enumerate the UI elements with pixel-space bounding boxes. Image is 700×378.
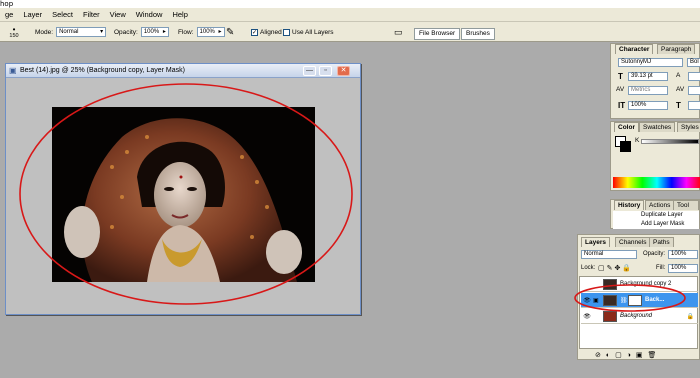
mode-value: Normal (59, 29, 79, 35)
leading-icon: A (676, 72, 681, 79)
font-style-value: Bol (690, 59, 699, 65)
mode-label: Mode: (35, 28, 54, 36)
brush-picker[interactable]: • 150 (3, 22, 25, 42)
menu-help[interactable]: Help (167, 8, 192, 22)
channel-label: K (635, 137, 640, 144)
history-panel: History Actions Tool Prese Duplicate Lay… (610, 199, 700, 229)
opacity-value: 100% (143, 29, 160, 35)
flyout-arrow-icon: ▸ (218, 29, 222, 35)
minimize-button[interactable]: — (303, 66, 316, 76)
aligned-label: Aligned (260, 28, 282, 36)
vertical-scale-field[interactable]: 100% (628, 101, 668, 110)
aligned-check: ✓ (251, 28, 258, 36)
background-color-swatch[interactable] (620, 141, 631, 152)
menu-bar: ge Layer Select Filter View Window Help (0, 8, 700, 22)
file-browser-tab[interactable]: File Browser (414, 28, 461, 40)
airbrush-icon[interactable]: ✎ (226, 22, 234, 42)
tab-character[interactable]: Character (615, 44, 654, 54)
options-bar: • 150 Mode: Normal ▾ Opacity: 100% ▸ Flo… (0, 22, 700, 42)
flow-label: Flow: (178, 28, 194, 36)
chevron-down-icon: ▾ (100, 29, 104, 35)
tracking-field[interactable] (688, 86, 700, 95)
kerning-icon: AV (616, 86, 625, 93)
menu-layer[interactable]: Layer (18, 8, 47, 22)
document-icon: ▣ (9, 66, 17, 75)
color-panel: Color Swatches Styles K (610, 121, 700, 191)
vertical-scale-value: 100% (631, 102, 647, 108)
layer-annotation-ellipse (574, 284, 686, 312)
tab-color[interactable]: Color (614, 122, 639, 132)
close-button[interactable]: ✕ (337, 66, 350, 76)
use-all-layers-check (283, 28, 290, 36)
tab-paths[interactable]: Paths (649, 237, 674, 247)
brush-dot-icon: • (12, 24, 16, 34)
menu-window[interactable]: Window (131, 8, 168, 22)
history-item[interactable]: Add Layer Mask (613, 220, 699, 229)
fill-field[interactable]: 100% (668, 264, 698, 273)
lock-label: Lock: (581, 265, 596, 271)
font-style-select[interactable]: Bol (687, 58, 700, 67)
document-title-bar[interactable]: ▣ Best (14).jpg @ 25% (Background copy, … (6, 64, 360, 78)
use-all-layers-checkbox[interactable]: Use All Layers (283, 22, 334, 42)
use-all-layers-label: Use All Layers (292, 28, 334, 36)
fill-label: Fill: (656, 265, 666, 271)
flyout-arrow-icon: ▸ (162, 29, 166, 35)
blend-mode-select[interactable]: Normal (581, 250, 637, 259)
layer-opacity-label: Opacity: (643, 251, 666, 257)
flow-value: 100% (199, 29, 215, 35)
font-size-value: 39.13 pt (631, 73, 653, 79)
mode-group: Mode: Normal ▾ (35, 22, 107, 42)
document-window: ▣ Best (14).jpg @ 25% (Background copy, … (5, 63, 361, 315)
brushes-tab[interactable]: Brushes (461, 28, 495, 40)
color-spectrum-ramp[interactable] (613, 177, 700, 188)
menu-select[interactable]: Select (47, 8, 78, 22)
vertical-scale-icon: IT (618, 101, 626, 110)
tab-swatches[interactable]: Swatches (639, 122, 676, 132)
opacity-group: Opacity: 100% ▸ (114, 22, 169, 42)
kerning-value: Metrics (631, 87, 651, 93)
horizontal-scale-icon: T (676, 101, 681, 110)
blend-mode-value: Normal (584, 251, 604, 257)
lock-icons[interactable]: ▢✎✥🔒 (598, 264, 633, 272)
font-family-value: SutonnyMJ (621, 59, 652, 65)
brush-size: 150 (9, 32, 19, 39)
tab-channels[interactable]: Channels (615, 237, 651, 247)
menu-filter[interactable]: Filter (78, 8, 105, 22)
flow-field[interactable]: 100% ▸ (196, 27, 225, 37)
document-title: Best (14).jpg @ 25% (Background copy, La… (20, 67, 185, 74)
flow-group: Flow: 100% ▸ (178, 22, 225, 42)
leading-field[interactable] (688, 72, 700, 81)
horizontal-scale-field[interactable] (688, 101, 700, 110)
font-size-icon: T (618, 72, 623, 81)
tracking-icon: AV (676, 86, 685, 93)
tab-styles[interactable]: Styles (677, 122, 700, 132)
tab-tool-presets[interactable]: Tool Prese (673, 200, 699, 219)
tab-actions[interactable]: Actions (645, 200, 675, 210)
opacity-label: Opacity: (114, 28, 138, 36)
document-icon[interactable]: ▭ (394, 22, 403, 42)
mode-select[interactable]: Normal ▾ (56, 27, 107, 37)
layers-footer-icons[interactable]: ⊘◐▢◑▣🗑 (595, 351, 661, 359)
character-panel: Character Paragraph SutonnyMJ Bol T 39.1… (610, 43, 700, 119)
font-family-select[interactable]: SutonnyMJ (618, 58, 683, 67)
layer-opacity-value: 100% (671, 251, 687, 257)
k-slider[interactable] (641, 139, 699, 144)
opacity-field[interactable]: 100% ▸ (140, 27, 169, 37)
annotation-ellipse (19, 83, 353, 305)
tab-layers[interactable]: Layers (581, 237, 610, 247)
menu-image[interactable]: ge (0, 8, 18, 22)
menu-view[interactable]: View (105, 8, 131, 22)
aligned-checkbox[interactable]: ✓ Aligned (251, 22, 282, 42)
tab-history[interactable]: History (614, 200, 645, 210)
history-item[interactable]: Duplicate Layer (613, 211, 699, 220)
restore-button[interactable]: ▫ (319, 66, 332, 76)
kerning-select[interactable]: Metrics (628, 86, 668, 95)
layer-opacity-field[interactable]: 100% (668, 250, 698, 259)
font-size-field[interactable]: 39.13 pt (628, 72, 668, 81)
tab-paragraph[interactable]: Paragraph (657, 44, 696, 54)
fill-value: 100% (671, 265, 687, 271)
